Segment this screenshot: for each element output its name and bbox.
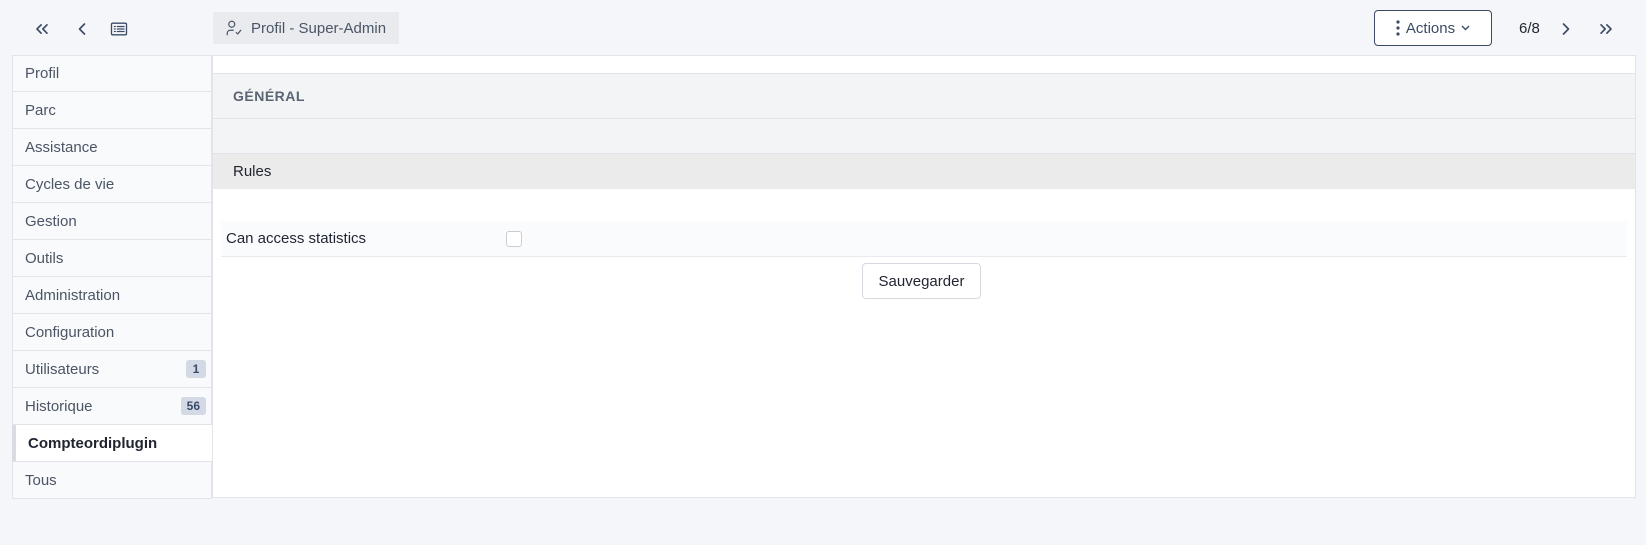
sidebar-item-label: Configuration [25,323,115,341]
count-badge: 1 [186,360,206,378]
rules-header: Rules [213,153,1635,189]
sidebar-item-label: Outils [25,249,64,267]
next-record-button[interactable] [1551,14,1581,44]
right-label: Can access statistics [226,230,367,247]
breadcrumb-label: Profil - Super-Admin [251,19,387,37]
profile-tabs-sidebar: Profil Parc Assistance Cycles de vie Ges… [12,55,212,499]
chevron-left-icon [78,23,86,35]
sidebar-item-profil[interactable]: Profil [12,55,212,92]
dots-vertical-icon [1396,20,1400,36]
save-button[interactable]: Sauvegarder [862,263,981,299]
chevrons-right-icon [1600,24,1612,35]
list-view-button[interactable] [104,14,134,44]
sidebar-item-gestion[interactable]: Gestion [12,203,212,240]
actions-label: Actions [1405,19,1456,37]
sidebar-item-tous[interactable]: Tous [12,462,212,499]
sidebar-item-parc[interactable]: Parc [12,92,212,129]
chevron-right-icon [1562,23,1570,35]
user-check-icon [226,20,242,36]
sidebar-item-assistance[interactable]: Assistance [12,129,212,166]
sidebar-item-cycles-de-vie[interactable]: Cycles de vie [12,166,212,203]
sidebar-item-label: Parc [25,101,56,119]
main-panel: GÉNÉRAL Rules Can access statistics Sauv… [212,55,1636,498]
sidebar-item-compteordiplugin[interactable]: Compteordiplugin [12,425,212,462]
section-title: GÉNÉRAL [213,73,1635,119]
sidebar-item-label: Historique [25,397,93,415]
chevrons-left-icon [36,24,48,35]
breadcrumb[interactable]: Profil - Super-Admin [213,12,399,44]
previous-record-button[interactable] [67,14,97,44]
right-row: Can access statistics [221,221,1627,257]
sidebar-item-label: Assistance [25,138,98,156]
last-record-button[interactable] [1591,14,1621,44]
sidebar-item-label: Gestion [25,212,77,230]
sidebar-item-administration[interactable]: Administration [12,277,212,314]
sidebar-item-label: Cycles de vie [25,175,115,193]
sidebar-item-label: Compteordiplugin [28,434,158,452]
section-spacer [213,119,1635,153]
sidebar-item-label: Administration [25,286,121,304]
actions-button[interactable]: Actions [1374,10,1492,46]
sidebar-item-label: Utilisateurs [25,360,100,378]
top-toolbar: Profil - Super-Admin Actions 6/8 [0,0,1646,55]
sidebar-item-utilisateurs[interactable]: Utilisateurs 1 [12,351,212,388]
sidebar-item-historique[interactable]: Historique 56 [12,388,212,425]
sidebar-item-label: Profil [25,65,60,82]
pager-counter: 6/8 [1519,20,1540,37]
sidebar-item-outils[interactable]: Outils [12,240,212,277]
can-access-statistics-checkbox[interactable] [506,231,522,247]
sidebar-item-label: Tous [25,471,57,489]
list-icon [110,22,128,36]
chevron-down-icon [1461,25,1470,31]
sidebar-item-configuration[interactable]: Configuration [12,314,212,351]
first-record-button[interactable] [27,14,57,44]
count-badge: 56 [180,397,206,415]
